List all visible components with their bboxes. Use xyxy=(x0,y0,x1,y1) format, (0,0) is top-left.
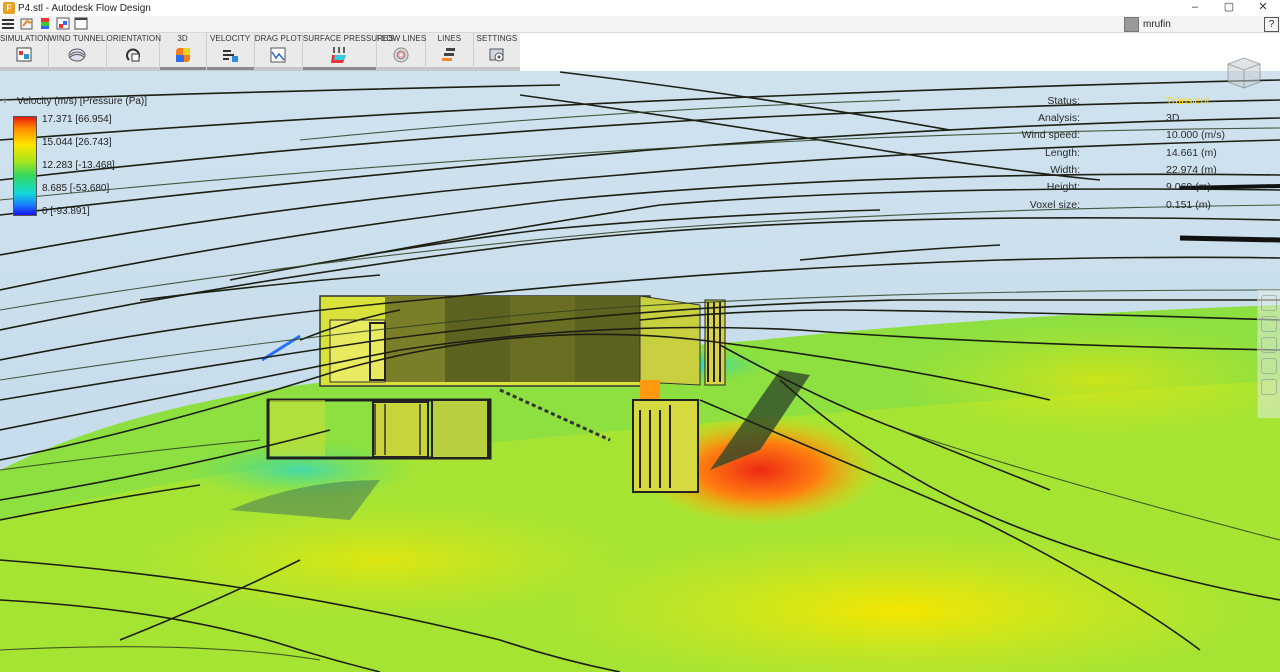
tab-indicator xyxy=(159,67,206,70)
legend-expand-icon[interactable]: + xyxy=(2,96,8,107)
pan-icon[interactable] xyxy=(1261,316,1277,332)
legend-color-bar xyxy=(13,116,37,216)
wind-speed-value: 10.000 (m/s) xyxy=(1166,129,1225,141)
tab-drag-plot[interactable]: DRAG PLOT xyxy=(254,33,303,70)
legend-tick: 15.044 [26.743] xyxy=(42,137,112,148)
avatar xyxy=(1124,17,1139,32)
length-key: Length: xyxy=(1044,147,1080,159)
zoom-extents-icon[interactable] xyxy=(1261,358,1277,374)
view-cube-icon[interactable] xyxy=(1222,52,1266,92)
tab-flow-lines[interactable]: FLOW LINES xyxy=(376,33,427,70)
legend-tick: 12.283 [-13.468] xyxy=(42,160,115,171)
voxel-size-value: 0.151 (m) xyxy=(1166,199,1211,211)
status-value: Transient xyxy=(1166,95,1210,107)
tab-indicator xyxy=(254,67,302,70)
tab-label: WIND TUNNEL xyxy=(49,34,106,43)
menu-icon[interactable] xyxy=(1,17,15,30)
window-title: P4.stl - Autodesk Flow Design xyxy=(18,2,151,14)
window-icon[interactable] xyxy=(74,17,88,30)
length-value: 14.661 (m) xyxy=(1166,147,1217,159)
settings-icon xyxy=(489,48,504,62)
section-icon[interactable] xyxy=(1261,379,1277,395)
tab-label: DRAG PLOT xyxy=(254,34,302,43)
image-icon[interactable] xyxy=(56,17,70,30)
tab-simulation[interactable]: SIMULATION xyxy=(0,33,49,70)
tab-orientation[interactable]: ORIENTATION xyxy=(106,33,162,70)
tab-lines[interactable]: LINES xyxy=(425,33,474,70)
tab-indicator xyxy=(106,67,159,70)
tab-indicator xyxy=(206,67,254,70)
tab-velocity[interactable]: VELOCITY xyxy=(206,33,255,70)
simulation-icon xyxy=(16,47,32,62)
tab-indicator xyxy=(425,67,473,70)
tab-indicator xyxy=(302,67,376,70)
user-name: mrufin xyxy=(1143,19,1171,30)
surface-pressures-icon xyxy=(331,47,347,63)
flow-lines-icon xyxy=(393,47,409,63)
maximize-button[interactable]: ▢ xyxy=(1212,0,1246,16)
analysis-key: Analysis: xyxy=(1037,112,1080,124)
width-value: 22.974 (m) xyxy=(1166,164,1217,176)
zoom-icon[interactable] xyxy=(1261,337,1277,353)
tab-label: 3D xyxy=(177,34,188,43)
help-button[interactable]: ? xyxy=(1264,17,1279,32)
tab-label: SIMULATION xyxy=(0,34,50,43)
3d-icon xyxy=(175,48,190,62)
tab-label: SURFACE PRESSURES xyxy=(302,34,394,43)
tab-label: LINES xyxy=(437,34,462,43)
analysis-value: 3D xyxy=(1166,112,1180,124)
tab-settings[interactable]: SETTINGS xyxy=(473,33,520,70)
simulation-render xyxy=(0,71,1280,672)
orientation-icon xyxy=(125,48,140,62)
height-value: 9.069 (m) xyxy=(1166,181,1211,193)
3d-viewport[interactable] xyxy=(0,71,1280,672)
tab-3d[interactable]: 3D xyxy=(159,33,207,70)
tab-indicator xyxy=(49,67,106,70)
wind-tunnel-icon xyxy=(68,48,86,62)
tab-indicator xyxy=(473,67,520,70)
voxel-size-key: Voxel size: xyxy=(1029,199,1080,211)
tab-label: ORIENTATION xyxy=(106,34,162,43)
width-key: Width: xyxy=(1050,164,1080,176)
tab-surface-pressures[interactable]: SURFACE PRESSURES xyxy=(302,33,394,70)
open-file-icon[interactable] xyxy=(20,17,34,30)
height-key: Height: xyxy=(1046,181,1080,193)
tab-label: SETTINGS xyxy=(476,34,518,43)
legend-tick: 17.371 [66.954] xyxy=(42,114,112,125)
legend-title: Velocity (m/s) [Pressure (Pa)] xyxy=(17,96,148,107)
legend-tick: 0 [-93.891] xyxy=(42,206,90,217)
user-account[interactable]: mrufin xyxy=(1124,17,1171,32)
ribbon-toolbar: SIMULATION WIND TUNNEL ORIENTATION 3D VE… xyxy=(0,33,520,71)
tab-wind-tunnel[interactable]: WIND TUNNEL xyxy=(49,33,107,70)
close-button[interactable]: ✕ xyxy=(1246,0,1280,16)
app-logo-icon: F xyxy=(3,2,15,14)
tab-indicator xyxy=(0,67,48,70)
orbit-icon[interactable] xyxy=(1261,295,1277,311)
quick-access-bar: mrufin ? xyxy=(0,16,1280,33)
wind-speed-key: Wind speed: xyxy=(1021,129,1080,141)
velocity-icon xyxy=(223,50,239,62)
status-key: Status: xyxy=(1047,95,1080,107)
tab-label: FLOW LINES xyxy=(376,34,427,43)
navigation-tools xyxy=(1257,290,1280,418)
tab-label: VELOCITY xyxy=(209,34,251,43)
lines-icon xyxy=(442,48,456,61)
legend-tick: 8.685 [-53.680] xyxy=(42,183,110,194)
drag-plot-icon xyxy=(270,47,286,63)
window-controls: – ▢ ✕ xyxy=(1178,0,1280,16)
minimize-button[interactable]: – xyxy=(1178,0,1212,16)
tab-indicator xyxy=(376,67,425,70)
title-bar: F P4.stl - Autodesk Flow Design – ▢ ✕ xyxy=(0,0,1280,16)
palette-icon[interactable] xyxy=(38,17,52,30)
